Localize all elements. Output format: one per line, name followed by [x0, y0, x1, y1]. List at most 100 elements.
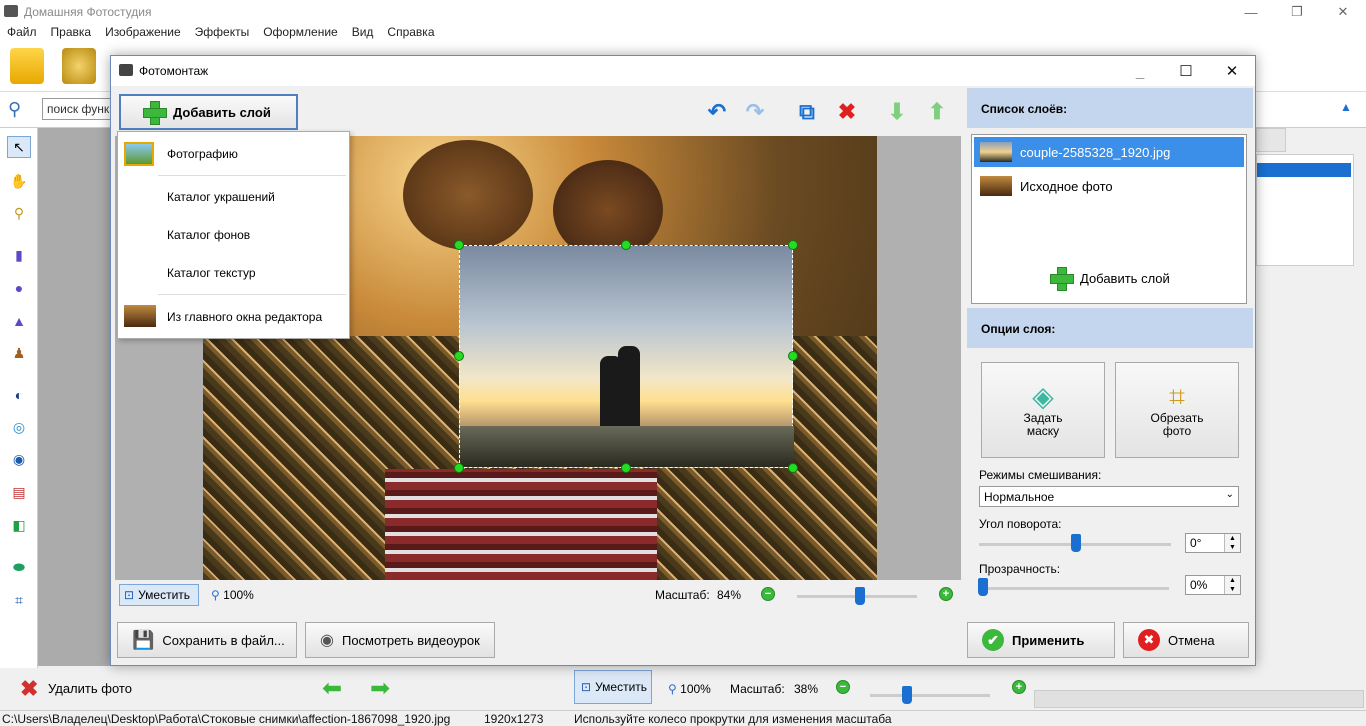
- fit-button[interactable]: ⊡ Уместить: [574, 670, 652, 704]
- brush-tool-icon[interactable]: ▮: [7, 244, 31, 266]
- dialog-close-button[interactable]: ✕: [1209, 56, 1255, 86]
- selected-layer[interactable]: [454, 240, 798, 473]
- layer-item-couple[interactable]: couple-2585328_1920.jpg: [974, 137, 1244, 167]
- resize-handle-ne[interactable]: [788, 240, 798, 250]
- oval-tool-icon[interactable]: ◎: [7, 416, 31, 438]
- previous-photo-icon[interactable]: ⬅: [322, 674, 342, 703]
- resize-handle-w[interactable]: [454, 351, 464, 361]
- duplicate-icon[interactable]: ⧉: [793, 98, 821, 126]
- menu-item-from-editor[interactable]: Из главного окна редактора: [118, 299, 349, 335]
- layer-thumbnail: [980, 176, 1012, 196]
- dialog-zoom-in-icon[interactable]: +: [939, 587, 953, 601]
- delete-photo-button[interactable]: Удалить фото: [48, 681, 132, 696]
- status-bar: C:\Users\Владелец\Desktop\Работа\Стоковы…: [0, 710, 1366, 726]
- resize-handle-nw[interactable]: [454, 240, 464, 250]
- pointer-tool-icon[interactable]: ↖: [7, 136, 31, 158]
- main-canvas: [38, 128, 110, 666]
- cancel-button[interactable]: ✖ Отмена: [1123, 622, 1249, 658]
- move-up-icon[interactable]: ⬆: [923, 98, 951, 126]
- drop-tool-icon[interactable]: ●: [7, 277, 31, 299]
- collapse-up-icon[interactable]: ▲: [1340, 100, 1352, 114]
- dialog-zoom-100-button[interactable]: ⚲ 100%: [211, 588, 254, 602]
- camera-icon: [4, 5, 18, 17]
- dialog-zoom-thumb[interactable]: [855, 587, 866, 605]
- opacity-spinbox[interactable]: 0% ▲ ▼: [1185, 575, 1241, 595]
- set-mask-button[interactable]: ◈ Задать маску: [981, 362, 1105, 458]
- resize-handle-s[interactable]: [621, 463, 631, 473]
- menu-item-backgrounds[interactable]: Каталог фонов: [118, 217, 349, 253]
- menu-file[interactable]: Файл: [0, 24, 44, 42]
- blend-mode-select[interactable]: Нормальное ⌄: [979, 486, 1239, 507]
- resize-handle-se[interactable]: [788, 463, 798, 473]
- spin-arrows-icon[interactable]: ▲ ▼: [1224, 534, 1240, 552]
- crop-photo-button[interactable]: ⌗ Обрезать фото: [1115, 362, 1239, 458]
- menu-item-decorations[interactable]: Каталог украшений: [118, 179, 349, 215]
- film-reel-icon[interactable]: [62, 48, 96, 84]
- resize-handle-n[interactable]: [621, 240, 631, 250]
- zoom-in-icon[interactable]: +: [1012, 680, 1026, 694]
- spin-arrows-icon[interactable]: ▲ ▼: [1224, 576, 1240, 594]
- cancel-icon: ✖: [1138, 629, 1160, 651]
- restore-button[interactable]: ❐: [1274, 0, 1320, 24]
- layer-item-original[interactable]: Исходное фото: [974, 171, 1244, 201]
- open-folder-icon[interactable]: [10, 48, 44, 84]
- color-levels-icon[interactable]: ▤: [7, 481, 31, 503]
- eraser-tool-icon[interactable]: ⬬: [7, 556, 31, 578]
- ring-tool-icon[interactable]: ◉: [7, 448, 31, 470]
- watch-video-button[interactable]: ◉ Посмотреть видеоурок: [305, 622, 495, 658]
- progress-area: [1034, 690, 1364, 708]
- delete-layer-icon[interactable]: ✖: [833, 98, 861, 126]
- contrast-tool-icon[interactable]: ◐: [7, 384, 31, 406]
- delete-icon[interactable]: ✖: [20, 676, 38, 702]
- menu-image[interactable]: Изображение: [98, 24, 188, 42]
- chevron-down-icon: ⌄: [1225, 489, 1234, 500]
- main-zoom-thumb[interactable]: [902, 686, 913, 704]
- opacity-slider[interactable]: [979, 587, 1169, 590]
- resize-handle-sw[interactable]: [454, 463, 464, 473]
- color-swap-icon[interactable]: ◧: [7, 514, 31, 536]
- add-layer-button[interactable]: Добавить слой: [119, 94, 298, 130]
- close-button[interactable]: ✕: [1320, 0, 1366, 24]
- menu-edit[interactable]: Правка: [44, 24, 99, 42]
- dialog-minimize-button[interactable]: _: [1117, 56, 1163, 86]
- scale-value: 38%: [794, 682, 819, 696]
- add-layer-link[interactable]: Добавить слой: [1050, 267, 1170, 291]
- main-zoom-slider[interactable]: [870, 694, 990, 697]
- rotation-thumb[interactable]: [1071, 534, 1081, 552]
- webcam-icon: ◉: [320, 632, 334, 649]
- menu-item-textures[interactable]: Каталог текстур: [118, 255, 349, 291]
- panel-tab[interactable]: [1256, 128, 1286, 152]
- zoom-100-button[interactable]: ⚲ 100%: [668, 682, 711, 696]
- search-input[interactable]: поиск функ: [42, 98, 112, 120]
- save-to-file-button[interactable]: 💾 Сохранить в файл...: [117, 622, 297, 658]
- dialog-zoom-out-icon[interactable]: −: [761, 587, 775, 601]
- next-photo-icon[interactable]: ➡: [370, 674, 390, 703]
- zoom-out-icon[interactable]: −: [836, 680, 850, 694]
- redo-icon[interactable]: ↷: [741, 98, 769, 126]
- panel-list-selected-row[interactable]: [1257, 163, 1351, 177]
- opacity-thumb[interactable]: [978, 578, 988, 596]
- menu-effects[interactable]: Эффекты: [188, 24, 257, 42]
- crop-tool-icon[interactable]: ⌗: [7, 589, 31, 611]
- status-hint: Используйте колесо прокрутки для изменен…: [574, 712, 892, 726]
- rotation-spinbox[interactable]: 0° ▲ ▼: [1185, 533, 1241, 553]
- sharpen-tool-icon[interactable]: ▲: [7, 310, 31, 332]
- resize-handle-e[interactable]: [788, 351, 798, 361]
- dialog-scale-label: Масштаб:: [655, 588, 710, 602]
- dialog-fit-button[interactable]: ⊡ Уместить: [119, 584, 199, 606]
- menu-item-photo[interactable]: Фотографию: [118, 136, 349, 172]
- undo-icon[interactable]: ↶: [703, 98, 731, 126]
- zoom-tool-icon[interactable]: ⚲: [7, 202, 31, 224]
- layer-ground: [460, 426, 794, 467]
- menu-help[interactable]: Справка: [380, 24, 441, 42]
- minimize-button[interactable]: —: [1228, 0, 1274, 24]
- stamp-tool-icon[interactable]: ♟: [7, 342, 31, 364]
- menu-view[interactable]: Вид: [345, 24, 381, 42]
- dialog-maximize-button[interactable]: ☐: [1163, 56, 1209, 86]
- move-down-icon[interactable]: ⬇: [883, 98, 911, 126]
- search-icon: ⚲: [8, 99, 22, 119]
- menu-design[interactable]: Оформление: [256, 24, 344, 42]
- hand-tool-icon[interactable]: ✋: [7, 170, 31, 192]
- dialog-titlebar: Фотомонтаж _ ☐ ✕: [111, 56, 1255, 86]
- apply-button[interactable]: ✔ Применить: [967, 622, 1115, 658]
